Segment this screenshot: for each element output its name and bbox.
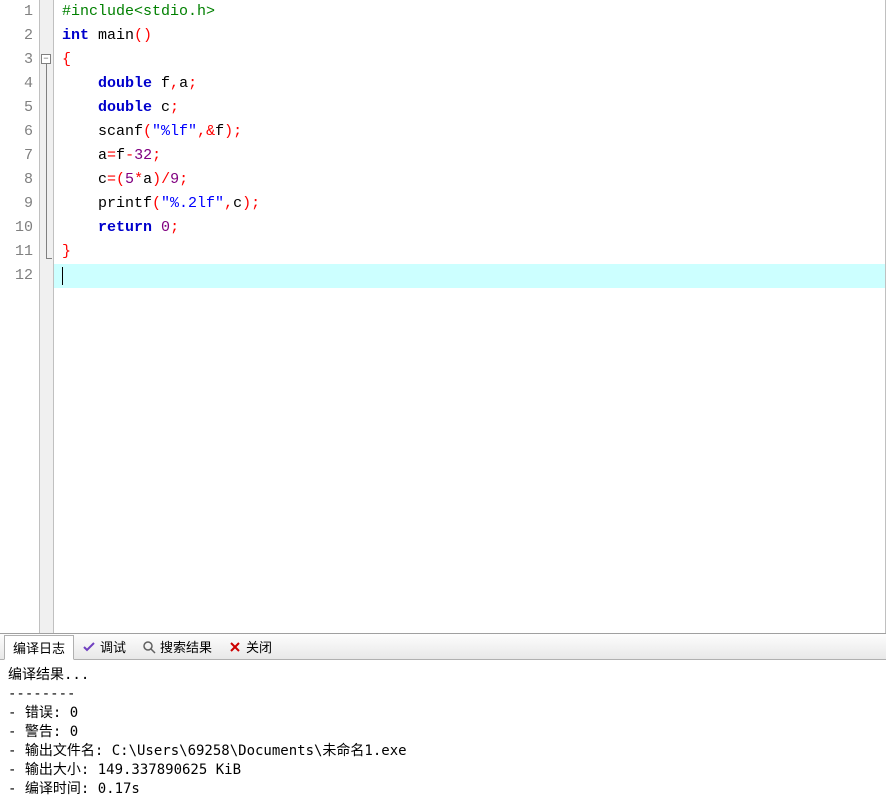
- output-size: - 输出大小: 149.337890625 KiB: [8, 761, 878, 780]
- check-icon: [82, 640, 96, 654]
- fold-guide-end: [46, 258, 52, 259]
- output-separator: --------: [8, 685, 878, 704]
- line-number: 3: [0, 48, 33, 72]
- text-cursor: [62, 267, 63, 285]
- code-line: double f,a;: [62, 72, 885, 96]
- code-line: }: [62, 240, 885, 264]
- code-line: #include<stdio.h>: [62, 0, 885, 24]
- code-line: return 0;: [62, 216, 885, 240]
- tab-label: 调试: [100, 637, 126, 656]
- fold-guide: [46, 64, 47, 258]
- tab-compile-log[interactable]: 编译日志: [4, 635, 74, 660]
- line-number: 1: [0, 0, 33, 24]
- bottom-panel: 编译日志 调试 搜索结果 关闭 编译结果... -------- - 错误: 0…: [0, 633, 886, 808]
- line-number: 6: [0, 120, 33, 144]
- tab-label: 搜索结果: [160, 637, 212, 656]
- line-number: 7: [0, 144, 33, 168]
- line-number: 4: [0, 72, 33, 96]
- close-icon: [228, 640, 242, 654]
- code-text-area[interactable]: #include<stdio.h> int main() { double f,…: [54, 0, 885, 633]
- tab-search-results[interactable]: 搜索结果: [134, 634, 220, 659]
- fold-toggle-icon[interactable]: −: [41, 54, 51, 64]
- tab-label: 编译日志: [13, 638, 65, 657]
- bottom-tab-bar: 编译日志 调试 搜索结果 关闭: [0, 634, 886, 660]
- fold-gutter: −: [40, 0, 54, 633]
- tab-close[interactable]: 关闭: [220, 634, 280, 659]
- line-number: 8: [0, 168, 33, 192]
- code-line: a=f-32;: [62, 144, 885, 168]
- line-number-gutter: 1 2 3 4 5 6 7 8 9 10 11 12: [0, 0, 40, 633]
- line-number: 5: [0, 96, 33, 120]
- output-filename: - 输出文件名: C:\Users\69258\Documents\未命名1.e…: [8, 742, 878, 761]
- search-icon: [142, 640, 156, 654]
- code-line: double c;: [62, 96, 885, 120]
- code-line: c=(5*a)/9;: [62, 168, 885, 192]
- code-line: scanf("%lf",&f);: [62, 120, 885, 144]
- output-title: 编译结果...: [8, 666, 878, 685]
- code-line: printf("%.2lf",c);: [62, 192, 885, 216]
- line-number: 10: [0, 216, 33, 240]
- code-line: {: [62, 48, 885, 72]
- output-errors: - 错误: 0: [8, 704, 878, 723]
- code-line: int main(): [62, 24, 885, 48]
- output-warnings: - 警告: 0: [8, 723, 878, 742]
- line-number: 9: [0, 192, 33, 216]
- line-number: 12: [0, 264, 33, 288]
- code-editor[interactable]: 1 2 3 4 5 6 7 8 9 10 11 12 − #include<st…: [0, 0, 886, 633]
- line-number: 11: [0, 240, 33, 264]
- tab-label: 关闭: [246, 637, 272, 656]
- compile-output[interactable]: 编译结果... -------- - 错误: 0 - 警告: 0 - 输出文件名…: [0, 660, 886, 808]
- tab-debug[interactable]: 调试: [74, 634, 134, 659]
- output-time: - 编译时间: 0.17s: [8, 780, 878, 799]
- line-number: 2: [0, 24, 33, 48]
- current-line-highlight: [54, 264, 885, 288]
